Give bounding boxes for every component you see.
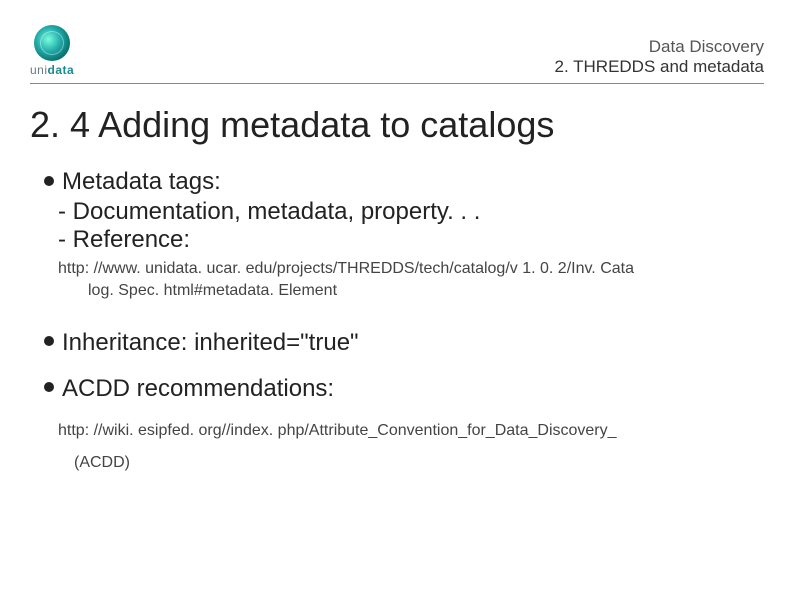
bullet-icon <box>44 176 54 186</box>
sub-reference: - Reference: <box>58 226 764 254</box>
header-top: Data Discovery <box>555 37 764 57</box>
acdd-sub: (ACDD) <box>74 454 764 472</box>
bullet-icon <box>44 336 54 346</box>
logo-uni: uni <box>30 63 48 77</box>
bullet-inheritance: Inheritance: inherited="true" <box>44 329 764 357</box>
acdd-label: ACDD recommendations: <box>62 375 334 402</box>
inheritance-label: Inheritance: inherited="true" <box>62 329 359 356</box>
header-right: Data Discovery 2. THREDDS and metadata <box>555 37 764 77</box>
reference-url-line2: log. Spec. html#metadata. Element <box>88 280 764 302</box>
logo-text: unidata <box>30 63 74 77</box>
page-title: 2. 4 Adding metadata to catalogs <box>30 104 764 146</box>
bullet-metadata-tags: Metadata tags: <box>44 168 764 196</box>
content: Metadata tags: - Documentation, metadata… <box>30 168 764 472</box>
bullet-acdd: ACDD recommendations: <box>44 375 764 403</box>
unidata-logo-icon <box>34 25 70 61</box>
metadata-tags-label: Metadata tags: <box>62 168 221 195</box>
header-sub: 2. THREDDS and metadata <box>555 57 764 77</box>
reference-url: http: //www. unidata. ucar. edu/projects… <box>58 258 764 303</box>
logo-block: unidata <box>30 25 74 77</box>
logo-data: data <box>48 63 75 77</box>
acdd-url: http: //wiki. esipfed. org//index. php/A… <box>58 417 764 446</box>
reference-url-line1: http: //www. unidata. ucar. edu/projects… <box>58 260 634 277</box>
header-bar: unidata Data Discovery 2. THREDDS and me… <box>30 25 764 84</box>
sub-documentation: - Documentation, metadata, property. . . <box>58 198 764 226</box>
bullet-icon <box>44 382 54 392</box>
